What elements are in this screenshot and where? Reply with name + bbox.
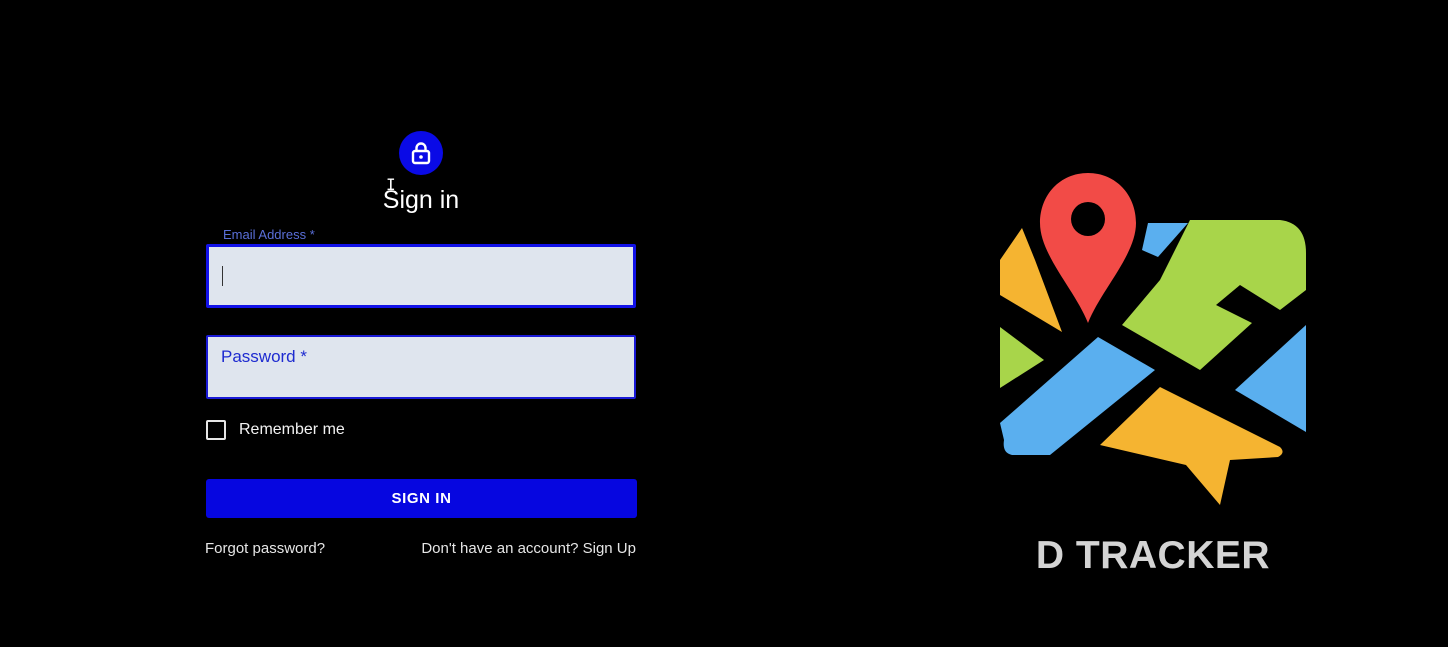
page-title: Sign in — [382, 186, 460, 214]
remember-me-label: Remember me — [239, 421, 345, 438]
sign-in-page: I Sign in Email Address * Password * Rem… — [0, 0, 1448, 647]
logo-red-pin — [1040, 173, 1136, 323]
map-pin-logo-icon — [1000, 173, 1306, 505]
password-field[interactable]: Password * — [206, 335, 636, 399]
remember-me-row[interactable]: Remember me — [206, 420, 345, 440]
password-field-label: Password * — [221, 347, 307, 366]
logo-yellow-bubble — [1100, 387, 1283, 505]
sign-in-button[interactable]: SIGN IN — [206, 479, 637, 518]
logo-green-left-shape — [1000, 327, 1044, 388]
forgot-password-link[interactable]: Forgot password? — [205, 539, 325, 559]
email-field-label: Email Address * — [221, 227, 317, 243]
brand-name: D TRACKER — [1035, 534, 1271, 577]
logo-blue-right-shape — [1235, 325, 1306, 432]
lock-icon — [399, 131, 443, 175]
logo-pin-hole — [1071, 202, 1105, 236]
remember-me-checkbox[interactable] — [206, 420, 226, 440]
text-caret — [222, 266, 223, 286]
sign-up-link[interactable]: Don't have an account? Sign Up — [421, 539, 636, 559]
email-field[interactable] — [206, 244, 636, 308]
